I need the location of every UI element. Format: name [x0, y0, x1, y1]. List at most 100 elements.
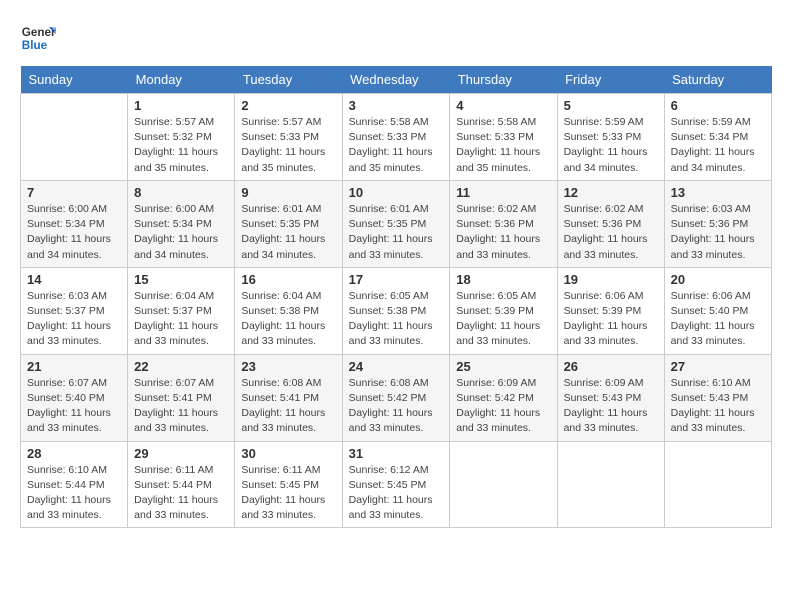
day-info: Sunrise: 6:11 AMSunset: 5:44 PMDaylight:… [134, 464, 218, 522]
day-cell [21, 94, 128, 181]
day-info: Sunrise: 6:07 AMSunset: 5:41 PMDaylight:… [134, 377, 218, 435]
day-info: Sunrise: 6:01 AMSunset: 5:35 PMDaylight:… [349, 203, 433, 261]
day-cell: 13 Sunrise: 6:03 AMSunset: 5:36 PMDaylig… [664, 180, 771, 267]
day-cell: 26 Sunrise: 6:09 AMSunset: 5:43 PMDaylig… [557, 354, 664, 441]
header-friday: Friday [557, 66, 664, 94]
day-cell: 23 Sunrise: 6:08 AMSunset: 5:41 PMDaylig… [235, 354, 342, 441]
day-cell: 25 Sunrise: 6:09 AMSunset: 5:42 PMDaylig… [450, 354, 557, 441]
day-cell: 6 Sunrise: 5:59 AMSunset: 5:34 PMDayligh… [664, 94, 771, 181]
day-number: 21 [27, 359, 121, 374]
header-monday: Monday [128, 66, 235, 94]
day-number: 8 [134, 185, 228, 200]
day-number: 2 [241, 98, 335, 113]
day-cell: 15 Sunrise: 6:04 AMSunset: 5:37 PMDaylig… [128, 267, 235, 354]
day-info: Sunrise: 6:03 AMSunset: 5:36 PMDaylight:… [671, 203, 755, 261]
day-number: 4 [456, 98, 550, 113]
day-cell: 5 Sunrise: 5:59 AMSunset: 5:33 PMDayligh… [557, 94, 664, 181]
day-info: Sunrise: 6:00 AMSunset: 5:34 PMDaylight:… [134, 203, 218, 261]
week-row-5: 28 Sunrise: 6:10 AMSunset: 5:44 PMDaylig… [21, 441, 772, 528]
day-cell: 2 Sunrise: 5:57 AMSunset: 5:33 PMDayligh… [235, 94, 342, 181]
day-number: 18 [456, 272, 550, 287]
day-number: 12 [564, 185, 658, 200]
header-saturday: Saturday [664, 66, 771, 94]
day-number: 14 [27, 272, 121, 287]
day-cell: 19 Sunrise: 6:06 AMSunset: 5:39 PMDaylig… [557, 267, 664, 354]
day-number: 20 [671, 272, 765, 287]
day-info: Sunrise: 6:03 AMSunset: 5:37 PMDaylight:… [27, 290, 111, 348]
day-number: 13 [671, 185, 765, 200]
week-row-2: 7 Sunrise: 6:00 AMSunset: 5:34 PMDayligh… [21, 180, 772, 267]
day-number: 6 [671, 98, 765, 113]
header-wednesday: Wednesday [342, 66, 450, 94]
day-number: 1 [134, 98, 228, 113]
header-sunday: Sunday [21, 66, 128, 94]
day-number: 29 [134, 446, 228, 461]
day-info: Sunrise: 6:05 AMSunset: 5:39 PMDaylight:… [456, 290, 540, 348]
day-number: 22 [134, 359, 228, 374]
day-info: Sunrise: 5:57 AMSunset: 5:32 PMDaylight:… [134, 116, 218, 174]
day-info: Sunrise: 6:00 AMSunset: 5:34 PMDaylight:… [27, 203, 111, 261]
day-cell: 4 Sunrise: 5:58 AMSunset: 5:33 PMDayligh… [450, 94, 557, 181]
day-cell: 3 Sunrise: 5:58 AMSunset: 5:33 PMDayligh… [342, 94, 450, 181]
day-info: Sunrise: 6:10 AMSunset: 5:43 PMDaylight:… [671, 377, 755, 435]
day-cell: 1 Sunrise: 5:57 AMSunset: 5:32 PMDayligh… [128, 94, 235, 181]
day-info: Sunrise: 6:02 AMSunset: 5:36 PMDaylight:… [456, 203, 540, 261]
week-row-4: 21 Sunrise: 6:07 AMSunset: 5:40 PMDaylig… [21, 354, 772, 441]
day-info: Sunrise: 5:59 AMSunset: 5:34 PMDaylight:… [671, 116, 755, 174]
day-cell: 12 Sunrise: 6:02 AMSunset: 5:36 PMDaylig… [557, 180, 664, 267]
svg-text:Blue: Blue [22, 39, 48, 52]
day-number: 27 [671, 359, 765, 374]
day-number: 19 [564, 272, 658, 287]
day-info: Sunrise: 6:08 AMSunset: 5:41 PMDaylight:… [241, 377, 325, 435]
day-cell: 7 Sunrise: 6:00 AMSunset: 5:34 PMDayligh… [21, 180, 128, 267]
page-header: General Blue [20, 20, 772, 56]
day-cell: 11 Sunrise: 6:02 AMSunset: 5:36 PMDaylig… [450, 180, 557, 267]
day-number: 9 [241, 185, 335, 200]
day-number: 23 [241, 359, 335, 374]
header-tuesday: Tuesday [235, 66, 342, 94]
day-cell: 16 Sunrise: 6:04 AMSunset: 5:38 PMDaylig… [235, 267, 342, 354]
day-cell: 24 Sunrise: 6:08 AMSunset: 5:42 PMDaylig… [342, 354, 450, 441]
day-number: 31 [349, 446, 444, 461]
day-cell: 31 Sunrise: 6:12 AMSunset: 5:45 PMDaylig… [342, 441, 450, 528]
day-number: 17 [349, 272, 444, 287]
day-info: Sunrise: 6:12 AMSunset: 5:45 PMDaylight:… [349, 464, 433, 522]
weekday-header-row: SundayMondayTuesdayWednesdayThursdayFrid… [21, 66, 772, 94]
week-row-1: 1 Sunrise: 5:57 AMSunset: 5:32 PMDayligh… [21, 94, 772, 181]
day-number: 3 [349, 98, 444, 113]
day-cell: 17 Sunrise: 6:05 AMSunset: 5:38 PMDaylig… [342, 267, 450, 354]
day-cell [450, 441, 557, 528]
day-cell: 28 Sunrise: 6:10 AMSunset: 5:44 PMDaylig… [21, 441, 128, 528]
day-cell: 14 Sunrise: 6:03 AMSunset: 5:37 PMDaylig… [21, 267, 128, 354]
day-cell: 29 Sunrise: 6:11 AMSunset: 5:44 PMDaylig… [128, 441, 235, 528]
day-number: 16 [241, 272, 335, 287]
day-info: Sunrise: 6:02 AMSunset: 5:36 PMDaylight:… [564, 203, 648, 261]
day-number: 28 [27, 446, 121, 461]
day-number: 5 [564, 98, 658, 113]
week-row-3: 14 Sunrise: 6:03 AMSunset: 5:37 PMDaylig… [21, 267, 772, 354]
day-info: Sunrise: 6:08 AMSunset: 5:42 PMDaylight:… [349, 377, 433, 435]
logo-icon: General Blue [20, 20, 56, 56]
day-cell: 9 Sunrise: 6:01 AMSunset: 5:35 PMDayligh… [235, 180, 342, 267]
calendar-table: SundayMondayTuesdayWednesdayThursdayFrid… [20, 66, 772, 528]
day-cell [557, 441, 664, 528]
day-info: Sunrise: 6:06 AMSunset: 5:39 PMDaylight:… [564, 290, 648, 348]
day-info: Sunrise: 5:57 AMSunset: 5:33 PMDaylight:… [241, 116, 325, 174]
day-cell: 20 Sunrise: 6:06 AMSunset: 5:40 PMDaylig… [664, 267, 771, 354]
day-cell: 22 Sunrise: 6:07 AMSunset: 5:41 PMDaylig… [128, 354, 235, 441]
day-cell: 21 Sunrise: 6:07 AMSunset: 5:40 PMDaylig… [21, 354, 128, 441]
day-number: 11 [456, 185, 550, 200]
day-info: Sunrise: 6:09 AMSunset: 5:42 PMDaylight:… [456, 377, 540, 435]
day-number: 7 [27, 185, 121, 200]
day-cell: 27 Sunrise: 6:10 AMSunset: 5:43 PMDaylig… [664, 354, 771, 441]
day-info: Sunrise: 6:04 AMSunset: 5:37 PMDaylight:… [134, 290, 218, 348]
day-cell: 30 Sunrise: 6:11 AMSunset: 5:45 PMDaylig… [235, 441, 342, 528]
day-cell: 8 Sunrise: 6:00 AMSunset: 5:34 PMDayligh… [128, 180, 235, 267]
day-cell: 18 Sunrise: 6:05 AMSunset: 5:39 PMDaylig… [450, 267, 557, 354]
day-info: Sunrise: 5:59 AMSunset: 5:33 PMDaylight:… [564, 116, 648, 174]
header-thursday: Thursday [450, 66, 557, 94]
day-info: Sunrise: 6:10 AMSunset: 5:44 PMDaylight:… [27, 464, 111, 522]
day-number: 15 [134, 272, 228, 287]
day-number: 26 [564, 359, 658, 374]
day-info: Sunrise: 6:09 AMSunset: 5:43 PMDaylight:… [564, 377, 648, 435]
